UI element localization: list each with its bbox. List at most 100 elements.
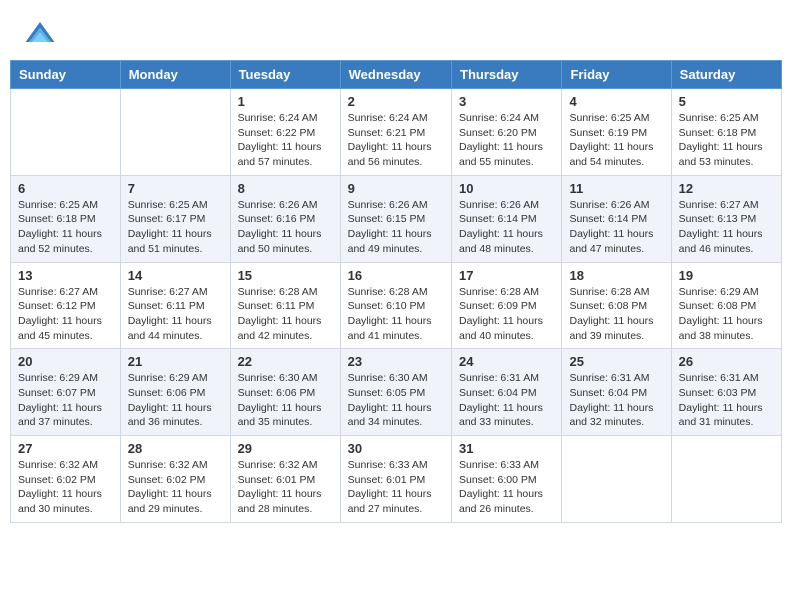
day-cell: 30Sunrise: 6:33 AMSunset: 6:01 PMDayligh… <box>340 436 451 523</box>
day-cell: 4 Sunrise: 6:25 AMSunset: 6:19 PMDaylight… <box>562 89 671 176</box>
day-cell: 29 Sunrise: 6:32 AMSunset: 6:01 PMDayligh… <box>230 436 340 523</box>
day-cell: 7 Sunrise: 6:25 AMSunset: 6:17 PMDaylight… <box>120 175 230 262</box>
day-number: 28 <box>128 441 223 456</box>
day-number: 9 <box>348 181 444 196</box>
day-cell <box>11 89 121 176</box>
header-day-friday: Friday <box>562 61 671 89</box>
day-number: 14 <box>128 268 223 283</box>
day-info: Sunrise: 6:26 AMSunset: 6:16 PMDaylight:… <box>238 198 333 257</box>
calendar-table: SundayMondayTuesdayWednesdayThursdayFrid… <box>10 60 782 523</box>
day-cell <box>562 436 671 523</box>
day-number: 20 <box>18 354 113 369</box>
day-number: 8 <box>238 181 333 196</box>
day-number: 30 <box>348 441 444 456</box>
day-cell: 25 Sunrise: 6:31 AMSunset: 6:04 PMDayligh… <box>562 349 671 436</box>
calendar-wrapper: SundayMondayTuesdayWednesdayThursdayFrid… <box>0 60 792 533</box>
day-number: 26 <box>679 354 774 369</box>
header-day-saturday: Saturday <box>671 61 781 89</box>
day-number: 29 <box>238 441 333 456</box>
day-info: Sunrise: 6:25 AMSunset: 6:17 PMDaylight:… <box>128 198 223 257</box>
day-info: Sunrise: 6:31 AMSunset: 6:04 PMDaylight:… <box>459 371 554 430</box>
logo <box>24 18 58 50</box>
day-info: Sunrise: 6:28 AMSunset: 6:11 PMDaylight:… <box>238 285 333 344</box>
calendar-header: SundayMondayTuesdayWednesdayThursdayFrid… <box>11 61 782 89</box>
day-number: 31 <box>459 441 554 456</box>
day-cell: 17 Sunrise: 6:28 AMSunset: 6:09 PMDayligh… <box>452 262 562 349</box>
day-cell: 19Sunrise: 6:29 AMSunset: 6:08 PMDayligh… <box>671 262 781 349</box>
day-info: Sunrise: 6:33 AMSunset: 6:00 PMDaylight:… <box>459 458 554 517</box>
day-cell: 14 Sunrise: 6:27 AMSunset: 6:11 PMDayligh… <box>120 262 230 349</box>
day-cell: 23 Sunrise: 6:30 AMSunset: 6:05 PMDayligh… <box>340 349 451 436</box>
day-info: Sunrise: 6:25 AMSunset: 6:18 PMDaylight:… <box>679 111 774 170</box>
day-number: 17 <box>459 268 554 283</box>
day-cell: 3Sunrise: 6:24 AMSunset: 6:20 PMDaylight… <box>452 89 562 176</box>
day-cell: 6Sunrise: 6:25 AMSunset: 6:18 PMDaylight… <box>11 175 121 262</box>
day-info: Sunrise: 6:27 AMSunset: 6:12 PMDaylight:… <box>18 285 113 344</box>
day-number: 11 <box>569 181 663 196</box>
day-number: 10 <box>459 181 554 196</box>
day-cell: 10 Sunrise: 6:26 AMSunset: 6:14 PMDayligh… <box>452 175 562 262</box>
day-info: Sunrise: 6:28 AMSunset: 6:09 PMDaylight:… <box>459 285 554 344</box>
logo-icon <box>24 18 56 50</box>
day-number: 21 <box>128 354 223 369</box>
day-cell: 20 Sunrise: 6:29 AMSunset: 6:07 PMDayligh… <box>11 349 121 436</box>
day-cell: 5 Sunrise: 6:25 AMSunset: 6:18 PMDaylight… <box>671 89 781 176</box>
day-info: Sunrise: 6:27 AMSunset: 6:11 PMDaylight:… <box>128 285 223 344</box>
calendar-body: 1 Sunrise: 6:24 AMSunset: 6:22 PMDaylight… <box>11 89 782 523</box>
day-info: Sunrise: 6:29 AMSunset: 6:06 PMDaylight:… <box>128 371 223 430</box>
day-info: Sunrise: 6:24 AMSunset: 6:20 PMDaylight:… <box>459 111 554 170</box>
day-number: 1 <box>238 94 333 109</box>
day-number: 7 <box>128 181 223 196</box>
day-cell: 12 Sunrise: 6:27 AMSunset: 6:13 PMDayligh… <box>671 175 781 262</box>
day-number: 22 <box>238 354 333 369</box>
day-info: Sunrise: 6:29 AMSunset: 6:07 PMDaylight:… <box>18 371 113 430</box>
day-info: Sunrise: 6:26 AMSunset: 6:14 PMDaylight:… <box>459 198 554 257</box>
day-cell: 2 Sunrise: 6:24 AMSunset: 6:21 PMDaylight… <box>340 89 451 176</box>
header-day-tuesday: Tuesday <box>230 61 340 89</box>
day-number: 13 <box>18 268 113 283</box>
day-number: 12 <box>679 181 774 196</box>
day-number: 23 <box>348 354 444 369</box>
day-cell <box>120 89 230 176</box>
header-day-sunday: Sunday <box>11 61 121 89</box>
day-info: Sunrise: 6:30 AMSunset: 6:05 PMDaylight:… <box>348 371 444 430</box>
day-cell <box>671 436 781 523</box>
day-number: 19 <box>679 268 774 283</box>
week-row-4: 20 Sunrise: 6:29 AMSunset: 6:07 PMDayligh… <box>11 349 782 436</box>
day-info: Sunrise: 6:30 AMSunset: 6:06 PMDaylight:… <box>238 371 333 430</box>
day-cell: 28Sunrise: 6:32 AMSunset: 6:02 PMDayligh… <box>120 436 230 523</box>
day-cell: 22 Sunrise: 6:30 AMSunset: 6:06 PMDayligh… <box>230 349 340 436</box>
page-header <box>0 0 792 60</box>
day-number: 2 <box>348 94 444 109</box>
day-info: Sunrise: 6:32 AMSunset: 6:01 PMDaylight:… <box>238 458 333 517</box>
day-info: Sunrise: 6:31 AMSunset: 6:04 PMDaylight:… <box>569 371 663 430</box>
day-cell: 21 Sunrise: 6:29 AMSunset: 6:06 PMDayligh… <box>120 349 230 436</box>
week-row-2: 6Sunrise: 6:25 AMSunset: 6:18 PMDaylight… <box>11 175 782 262</box>
header-row: SundayMondayTuesdayWednesdayThursdayFrid… <box>11 61 782 89</box>
day-number: 4 <box>569 94 663 109</box>
day-cell: 9 Sunrise: 6:26 AMSunset: 6:15 PMDaylight… <box>340 175 451 262</box>
day-cell: 24 Sunrise: 6:31 AMSunset: 6:04 PMDayligh… <box>452 349 562 436</box>
day-info: Sunrise: 6:28 AMSunset: 6:10 PMDaylight:… <box>348 285 444 344</box>
day-info: Sunrise: 6:24 AMSunset: 6:21 PMDaylight:… <box>348 111 444 170</box>
week-row-3: 13 Sunrise: 6:27 AMSunset: 6:12 PMDayligh… <box>11 262 782 349</box>
day-info: Sunrise: 6:25 AMSunset: 6:19 PMDaylight:… <box>569 111 663 170</box>
day-number: 24 <box>459 354 554 369</box>
day-number: 18 <box>569 268 663 283</box>
day-cell: 1 Sunrise: 6:24 AMSunset: 6:22 PMDaylight… <box>230 89 340 176</box>
day-cell: 26Sunrise: 6:31 AMSunset: 6:03 PMDayligh… <box>671 349 781 436</box>
day-cell: 27Sunrise: 6:32 AMSunset: 6:02 PMDayligh… <box>11 436 121 523</box>
day-info: Sunrise: 6:32 AMSunset: 6:02 PMDaylight:… <box>18 458 113 517</box>
day-cell: 15Sunrise: 6:28 AMSunset: 6:11 PMDayligh… <box>230 262 340 349</box>
day-info: Sunrise: 6:26 AMSunset: 6:15 PMDaylight:… <box>348 198 444 257</box>
header-day-monday: Monday <box>120 61 230 89</box>
day-cell: 8 Sunrise: 6:26 AMSunset: 6:16 PMDaylight… <box>230 175 340 262</box>
day-cell: 11 Sunrise: 6:26 AMSunset: 6:14 PMDayligh… <box>562 175 671 262</box>
day-info: Sunrise: 6:26 AMSunset: 6:14 PMDaylight:… <box>569 198 663 257</box>
day-info: Sunrise: 6:24 AMSunset: 6:22 PMDaylight:… <box>238 111 333 170</box>
day-number: 5 <box>679 94 774 109</box>
header-day-thursday: Thursday <box>452 61 562 89</box>
day-number: 25 <box>569 354 663 369</box>
day-info: Sunrise: 6:27 AMSunset: 6:13 PMDaylight:… <box>679 198 774 257</box>
day-cell: 31 Sunrise: 6:33 AMSunset: 6:00 PMDayligh… <box>452 436 562 523</box>
